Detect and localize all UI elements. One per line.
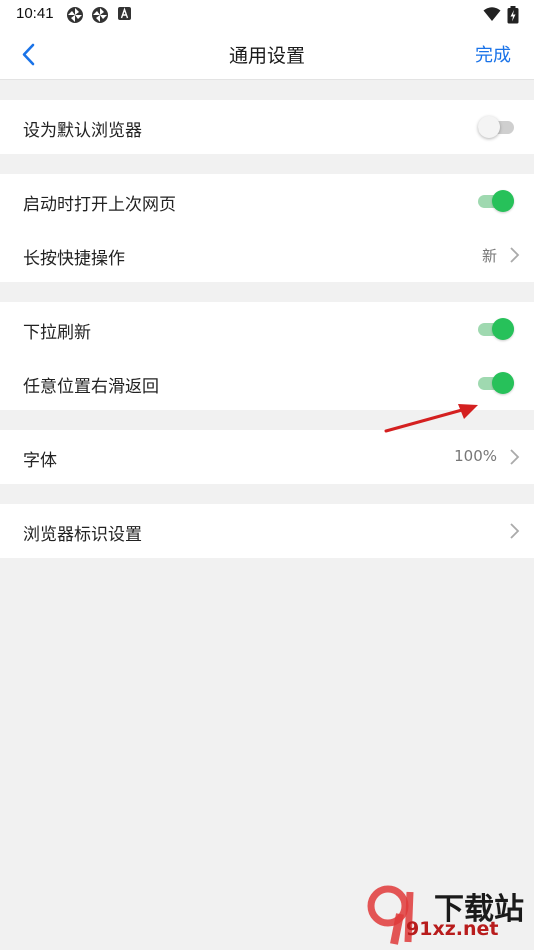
a-box-icon [118, 7, 131, 20]
setting-label: 启动时打开上次网页 [23, 195, 176, 215]
battery-icon [507, 6, 519, 24]
pinwheel-icon [67, 7, 83, 23]
status-time: 10:41 [16, 5, 54, 22]
chevron-right-icon [510, 247, 520, 263]
setting-label: 任意位置右滑返回 [23, 377, 159, 397]
pinwheel-icon [92, 7, 108, 23]
default-browser-toggle[interactable] [478, 116, 514, 138]
setting-row-restore-pages[interactable]: 启动时打开上次网页 [0, 174, 534, 228]
setting-label: 长按快捷操作 [23, 249, 125, 269]
setting-row-ua[interactable]: 浏览器标识设置 [0, 504, 534, 558]
page-title: 通用设置 [228, 45, 305, 67]
setting-label: 设为默认浏览器 [23, 121, 142, 141]
annotation-arrow-icon [384, 404, 478, 433]
setting-row-pull-refresh[interactable]: 下拉刷新 [0, 302, 534, 356]
setting-row-long-press[interactable]: 长按快捷操作 新 [0, 228, 534, 282]
setting-label: 字体 [23, 451, 57, 471]
setting-label: 下拉刷新 [23, 323, 91, 343]
status-bar: 10:41 [0, 0, 534, 28]
header-bar: 通用设置 完成 [0, 28, 534, 80]
chevron-right-icon [510, 449, 520, 465]
pull-refresh-toggle[interactable] [478, 318, 514, 340]
restore-pages-toggle[interactable] [478, 190, 514, 212]
chevron-right-icon [510, 523, 520, 539]
setting-row-default-browser[interactable]: 设为默认浏览器 [0, 100, 534, 154]
wifi-icon [483, 7, 501, 21]
swipe-back-toggle[interactable] [478, 372, 514, 394]
watermark: 下载站 91xz.net [362, 882, 532, 948]
done-button[interactable]: 完成 [475, 41, 511, 67]
setting-value: 100% [454, 447, 497, 465]
setting-label: 浏览器标识设置 [23, 525, 142, 545]
setting-value: 新 [481, 247, 497, 265]
watermark-url: 91xz.net [406, 918, 499, 940]
